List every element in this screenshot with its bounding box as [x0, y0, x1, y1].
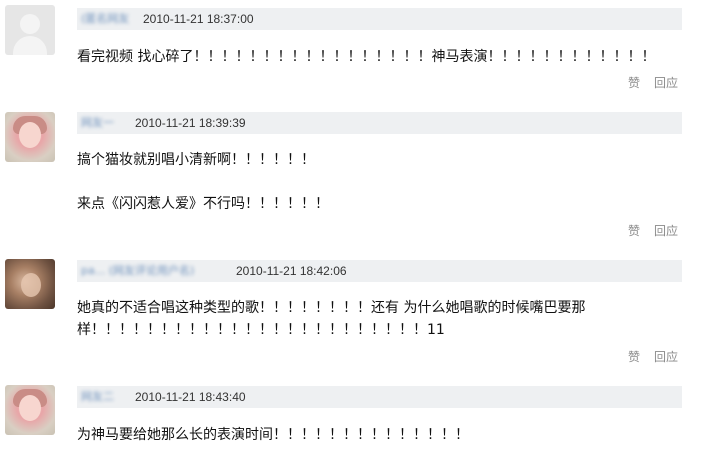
comment-header: 网友二 2010-11-21 18:43:40	[77, 386, 682, 408]
comment-actions: 赞回应	[614, 74, 678, 91]
like-button[interactable]: 赞	[628, 76, 640, 90]
avatar[interactable]	[5, 385, 55, 435]
like-button[interactable]: 赞	[628, 350, 640, 364]
comment-text: 她真的不适合唱这种类型的歌！！！！！！！！还有 为什么她唱歌的时候嘴巴要那	[77, 300, 586, 316]
username-link[interactable]: 网友一	[81, 116, 119, 130]
comment-header: 网友一 2010-11-21 18:39:39	[77, 112, 682, 134]
avatar[interactable]	[5, 112, 55, 162]
default-user-icon	[20, 14, 40, 34]
reply-button[interactable]: 回应	[654, 76, 678, 90]
reply-button[interactable]: 回应	[654, 350, 678, 364]
like-button[interactable]: 赞	[628, 224, 640, 238]
comment-actions: 赞回应	[614, 348, 678, 365]
comment-text: 看完视频 找心碎了！！！！！！！！！！！！！！！！！神马表演！！！！！！！！！！…	[77, 49, 656, 65]
comment-timestamp: 2010-11-21 18:37:00	[143, 12, 254, 26]
avatar[interactable]	[5, 5, 55, 55]
comment-timestamp: 2010-11-21 18:39:39	[135, 116, 246, 130]
comment-timestamp: 2010-11-21 18:42:06	[236, 264, 347, 278]
comment-text: 为神马要给她那么长的表演时间！！！！！！！！！！！！！！	[77, 427, 469, 443]
username-link[interactable]: pa... (网友评论用户名)	[81, 264, 219, 278]
comment-timestamp: 2010-11-21 18:43:40	[135, 390, 246, 404]
comment-header: (匿名网友) 2010-11-21 18:37:00	[77, 8, 682, 30]
comment-text: 来点《闪闪惹人爱》不行吗！！！！！！	[77, 196, 329, 212]
avatar[interactable]	[5, 259, 55, 309]
reply-button[interactable]: 回应	[654, 224, 678, 238]
comment-actions: 赞回应	[614, 222, 678, 239]
comment-header: pa... (网友评论用户名) 2010-11-21 18:42:06	[77, 260, 682, 282]
comment-text: 搞个猫妆就别唱小清新啊！！！！！！	[77, 152, 315, 168]
comment-text: 样！！！！！！！！！！！！！！！！！！！！！！！！11	[77, 322, 445, 338]
username-link[interactable]: (匿名网友)	[81, 12, 129, 26]
username-link[interactable]: 网友二	[81, 390, 117, 404]
